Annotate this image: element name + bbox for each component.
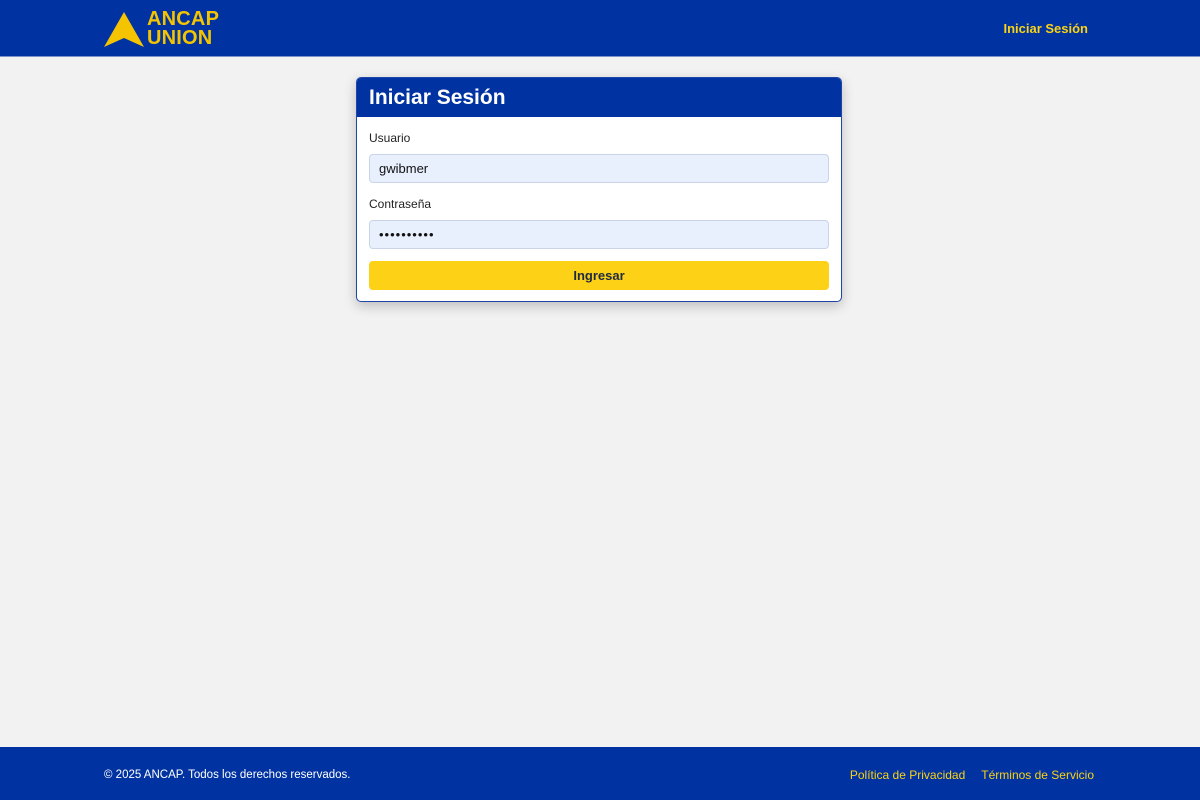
password-input[interactable]	[369, 220, 829, 249]
login-card-header: Iniciar Sesión	[357, 78, 841, 117]
logo-wordmark: ANCAP UNION	[147, 9, 219, 49]
password-label: Contraseña	[369, 197, 432, 211]
terms-of-service-link[interactable]: Términos de Servicio	[981, 768, 1094, 782]
login-form: Usuario Contraseña Ingresar	[357, 117, 841, 290]
triangle-logo-icon	[104, 11, 144, 47]
username-label: Usuario	[369, 131, 411, 145]
nav-login-link[interactable]: Iniciar Sesión	[1003, 21, 1088, 36]
footer-links: Política de Privacidad Términos de Servi…	[850, 768, 1094, 782]
field-spacer	[369, 183, 829, 197]
logo-line-2: UNION	[147, 27, 213, 49]
login-card: Iniciar Sesión Usuario Contraseña Ingres…	[356, 77, 842, 302]
privacy-policy-link[interactable]: Política de Privacidad	[850, 768, 965, 782]
username-input[interactable]	[369, 154, 829, 183]
page: ANCAP UNION Iniciar Sesión Iniciar Sesió…	[0, 0, 1200, 800]
top-header: ANCAP UNION Iniciar Sesión	[0, 0, 1200, 57]
brand-logo[interactable]: ANCAP UNION	[104, 9, 219, 49]
copyright-text: © 2025 ANCAP. Todos los derechos reserva…	[104, 769, 351, 781]
login-submit-button[interactable]: Ingresar	[369, 261, 829, 290]
login-title: Iniciar Sesión	[369, 85, 506, 109]
site-footer: © 2025 ANCAP. Todos los derechos reserva…	[0, 747, 1200, 800]
